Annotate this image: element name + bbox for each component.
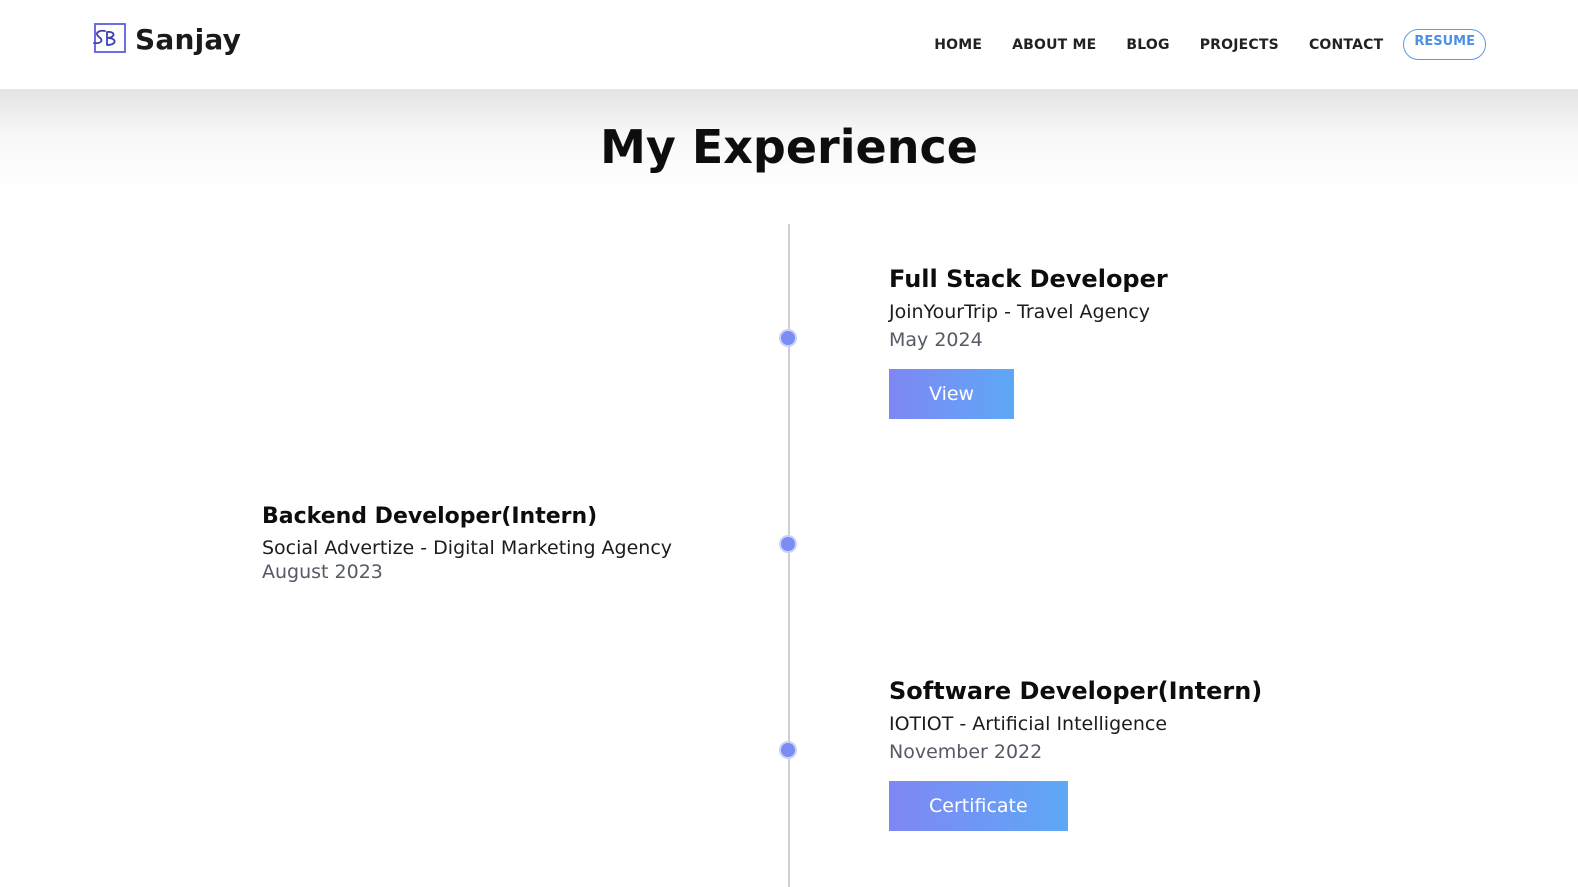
- experience-date: August 2023: [262, 561, 383, 583]
- main-nav: HOME ABOUT ME BLOG PROJECTS CONTACT RESU…: [904, 0, 1486, 89]
- nav-contact[interactable]: CONTACT: [1309, 37, 1383, 53]
- experience-company: JoinYourTrip - Travel Agency: [889, 301, 1151, 323]
- experience-date: November 2022: [889, 741, 1043, 763]
- timeline-dot: [779, 741, 797, 759]
- experience-title: Backend Developer(Intern): [262, 504, 598, 529]
- experience-date: May 2024: [889, 329, 983, 351]
- experience-entry: Software Developer(Intern) IOTIOT - Arti…: [889, 677, 1262, 831]
- experience-title: Full Stack Developer: [889, 265, 1168, 293]
- nav-home[interactable]: HOME: [934, 37, 982, 53]
- timeline-dot: [779, 535, 797, 553]
- experience-entry: Full Stack Developer JoinYourTrip - Trav…: [889, 265, 1168, 419]
- site-header: Sanjay HOME ABOUT ME BLOG PROJECTS CONTA…: [0, 0, 1578, 89]
- nav-blog[interactable]: BLOG: [1126, 37, 1169, 53]
- brand-name: Sanjay: [135, 22, 242, 56]
- sb-monogram-icon: [93, 23, 126, 53]
- timeline-line: [788, 224, 790, 887]
- timeline-dot: [779, 329, 797, 347]
- certificate-button[interactable]: Certificate: [889, 781, 1068, 831]
- experience-company: IOTIOT - Artificial Intelligence: [889, 713, 1168, 735]
- section-title: My Experience: [600, 120, 978, 174]
- brand[interactable]: Sanjay: [91, 22, 241, 56]
- resume-button[interactable]: RESUME: [1403, 29, 1486, 60]
- experience-company: Social Advertize - Digital Marketing Age…: [262, 537, 673, 559]
- experience-title: Software Developer(Intern): [889, 677, 1263, 705]
- experience-entry: Backend Developer(Intern) Social Adverti…: [262, 504, 672, 583]
- nav-projects[interactable]: PROJECTS: [1200, 37, 1279, 53]
- nav-about-me[interactable]: ABOUT ME: [1012, 37, 1096, 53]
- view-button[interactable]: View: [889, 369, 1015, 419]
